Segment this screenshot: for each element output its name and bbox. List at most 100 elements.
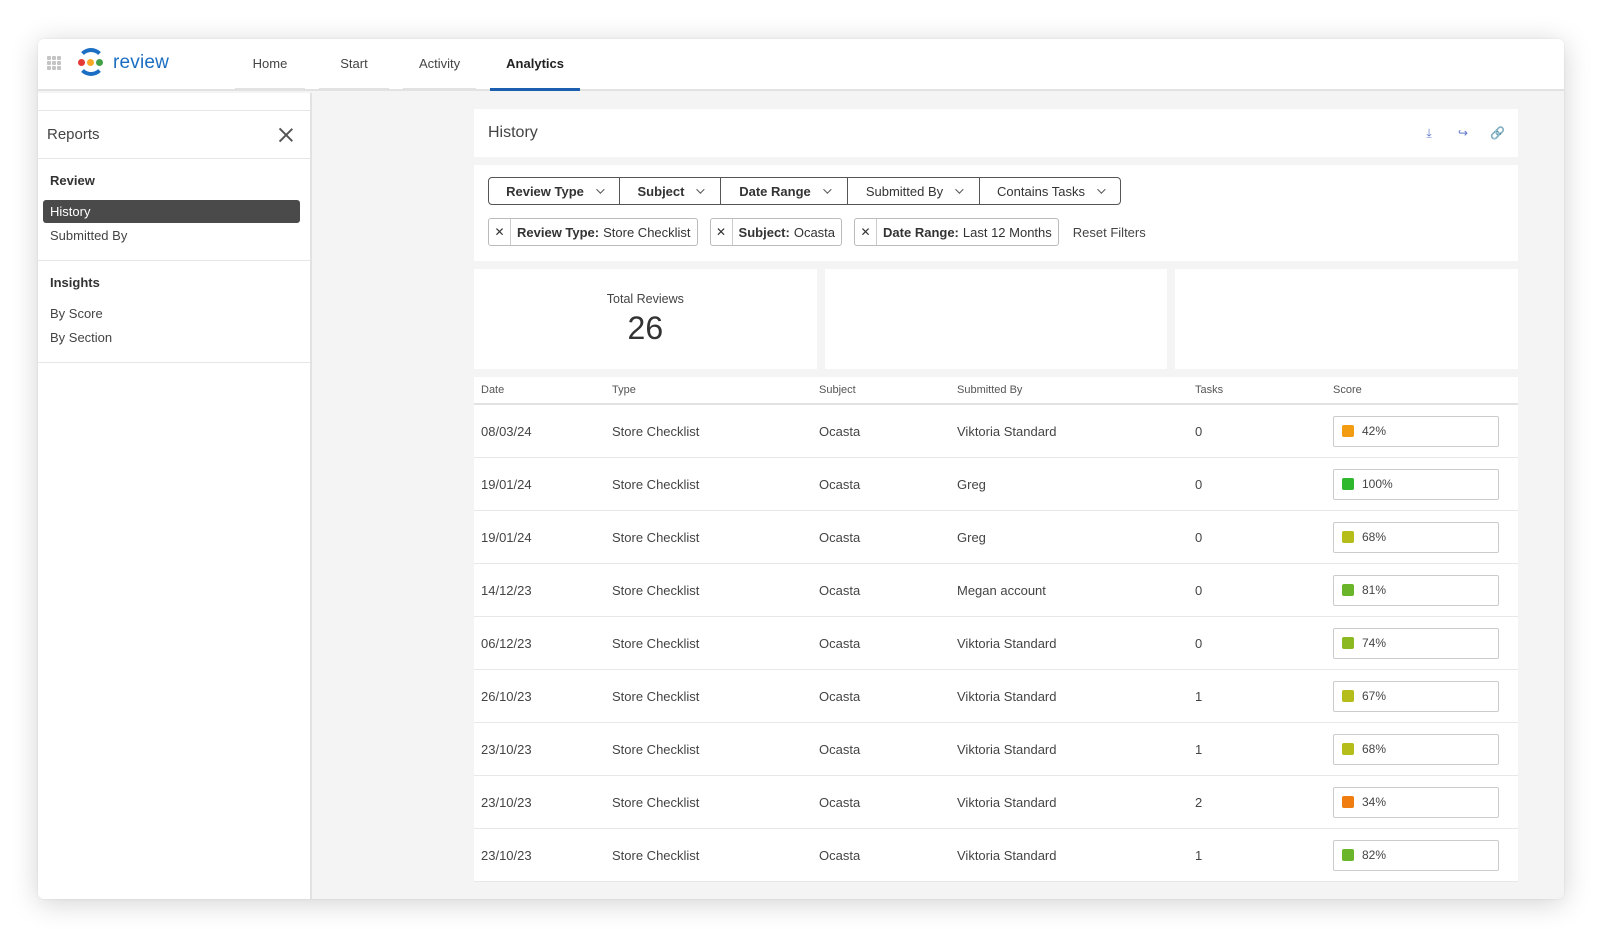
cell-score: 68%: [1333, 521, 1518, 553]
cell-type: Store Checklist: [612, 476, 700, 492]
cell-score: 74%: [1333, 627, 1518, 659]
filter-chip-review-type: ✕ Review Type: Store Checklist: [488, 218, 698, 246]
filter-submitted-by[interactable]: Submitted By: [848, 178, 980, 204]
chevron-down-icon: [955, 185, 964, 194]
column-header-score[interactable]: Score: [1333, 384, 1518, 396]
cell-subject: Ocasta: [819, 582, 861, 598]
cell-subject: Ocasta: [819, 741, 861, 757]
chip-value: Ocasta: [793, 224, 836, 240]
cell-date: 26/10/23: [481, 688, 532, 704]
score-badge: 68%: [1333, 733, 1499, 765]
filter-review-type[interactable]: Review Type: [489, 178, 620, 204]
tab-analytics[interactable]: Analytics: [490, 39, 580, 91]
history-table: Date Type Subject Submitted By Tasks Sco…: [474, 377, 1518, 882]
table-row[interactable]: 08/03/24 Store Checklist Ocasta Viktoria St…: [474, 405, 1518, 458]
table-row[interactable]: 19/01/24 Store Checklist Ocasta Greg 0 68%: [474, 511, 1518, 564]
active-filter-chips: ✕ Review Type: Store Checklist ✕ Subject…: [488, 218, 1504, 246]
cell-submitted-by: Viktoria Standard: [957, 635, 1057, 651]
chip-key: Review Type:: [517, 224, 600, 240]
app-logo[interactable]: review: [75, 47, 169, 79]
cell-date: 23/10/23: [481, 741, 532, 757]
cell-submitted-by: Megan account: [957, 582, 1046, 598]
sidebar-item-history[interactable]: History: [43, 200, 300, 223]
cell-score: 81%: [1333, 574, 1518, 606]
filter-subject[interactable]: Subject: [620, 178, 721, 204]
cell-date: 23/10/23: [481, 847, 532, 863]
column-header-submitted-by[interactable]: Submitted By: [957, 384, 1195, 396]
table-row[interactable]: 23/10/23 Store Checklist Ocasta Viktoria St…: [474, 829, 1518, 882]
cell-type: Store Checklist: [612, 688, 700, 704]
stat-card-empty: [1175, 269, 1519, 369]
score-value: 74%: [1362, 636, 1387, 650]
table-row[interactable]: 14/12/23 Store Checklist Ocasta Megan accou…: [474, 564, 1518, 617]
nav-tabs: Home Start Activity Analytics: [235, 39, 580, 91]
download-icon[interactable]: ⤓: [1422, 126, 1436, 141]
filter-contains-tasks[interactable]: Contains Tasks: [980, 178, 1120, 204]
cell-tasks: 1: [1195, 741, 1203, 757]
table-row[interactable]: 19/01/24 Store Checklist Ocasta Greg 0 100%: [474, 458, 1518, 511]
sidebar-section-review: Review History Submitted By: [38, 159, 310, 261]
cell-type: Store Checklist: [612, 529, 700, 545]
table-row[interactable]: 23/10/23 Store Checklist Ocasta Viktoria St…: [474, 776, 1518, 829]
cell-date: 08/03/24: [481, 423, 532, 439]
table-row[interactable]: 06/12/23 Store Checklist Ocasta Viktoria St…: [474, 617, 1518, 670]
reset-filters-link[interactable]: Reset Filters: [1073, 225, 1146, 240]
total-reviews-label: Total Reviews: [606, 291, 684, 306]
remove-filter-icon[interactable]: ✕: [489, 219, 511, 245]
cell-tasks: 0: [1195, 582, 1203, 598]
column-header-type[interactable]: Type: [612, 384, 819, 396]
cell-submitted-by: Greg: [957, 529, 986, 545]
tab-start[interactable]: Start: [319, 39, 389, 91]
filter-date-range[interactable]: Date Range: [721, 178, 848, 204]
cell-tasks: 0: [1195, 476, 1203, 492]
chevron-down-icon: [696, 185, 706, 194]
sidebar-heading-review: Review: [50, 173, 95, 188]
chip-value: Last 12 Months: [962, 224, 1052, 240]
top-navigation: review Home Start Activity Analytics: [38, 39, 1564, 91]
cell-submitted-by: Greg: [957, 476, 986, 492]
table-row[interactable]: 23/10/23 Store Checklist Ocasta Viktoria St…: [474, 723, 1518, 776]
cell-date: 19/01/24: [481, 476, 532, 492]
remove-filter-icon[interactable]: ✕: [855, 219, 878, 245]
share-icon[interactable]: ↪: [1456, 126, 1470, 141]
score-value: 100%: [1362, 477, 1393, 491]
score-color-swatch: [1342, 796, 1354, 808]
sidebar-item-submitted-by[interactable]: Submitted By: [43, 224, 300, 247]
column-header-tasks[interactable]: Tasks: [1195, 384, 1333, 396]
cell-tasks: 0: [1195, 423, 1203, 439]
chip-key: Date Range:: [883, 224, 959, 240]
column-header-date[interactable]: Date: [474, 384, 612, 396]
filter-label: Contains Tasks: [997, 183, 1085, 199]
cell-score: 68%: [1333, 733, 1518, 765]
score-color-swatch: [1342, 531, 1354, 543]
link-icon[interactable]: 🔗: [1490, 126, 1505, 141]
sidebar-item-by-section[interactable]: By Section: [43, 326, 300, 349]
filter-label: Subject: [637, 183, 685, 199]
apps-grid-icon[interactable]: [47, 56, 61, 70]
score-badge: 82%: [1333, 839, 1499, 871]
cell-score: 67%: [1333, 680, 1518, 712]
table-row[interactable]: 26/10/23 Store Checklist Ocasta Viktoria St…: [474, 670, 1518, 723]
chip-value: Store Checklist: [603, 224, 691, 240]
cell-score: 100%: [1333, 468, 1518, 500]
page-title: History: [488, 124, 538, 141]
table-header: Date Type Subject Submitted By Tasks Sco…: [474, 377, 1518, 405]
score-color-swatch: [1342, 637, 1354, 649]
cell-score: 42%: [1333, 415, 1518, 447]
cell-score: 82%: [1333, 839, 1518, 871]
score-value: 67%: [1362, 689, 1387, 703]
cell-tasks: 1: [1195, 688, 1203, 704]
cell-subject: Ocasta: [819, 529, 861, 545]
stats-row: Total Reviews 26: [474, 269, 1519, 369]
tab-home[interactable]: Home: [235, 39, 305, 91]
column-header-subject[interactable]: Subject: [819, 384, 957, 396]
total-reviews-card: Total Reviews 26: [474, 269, 817, 369]
close-icon[interactable]: [278, 127, 294, 143]
score-value: 42%: [1362, 424, 1387, 438]
score-badge: 68%: [1333, 521, 1499, 553]
cell-subject: Ocasta: [819, 423, 861, 439]
remove-filter-icon[interactable]: ✕: [711, 219, 733, 245]
tab-activity[interactable]: Activity: [403, 39, 477, 91]
score-badge: 74%: [1333, 627, 1499, 659]
sidebar-item-by-score[interactable]: By Score: [43, 302, 300, 325]
